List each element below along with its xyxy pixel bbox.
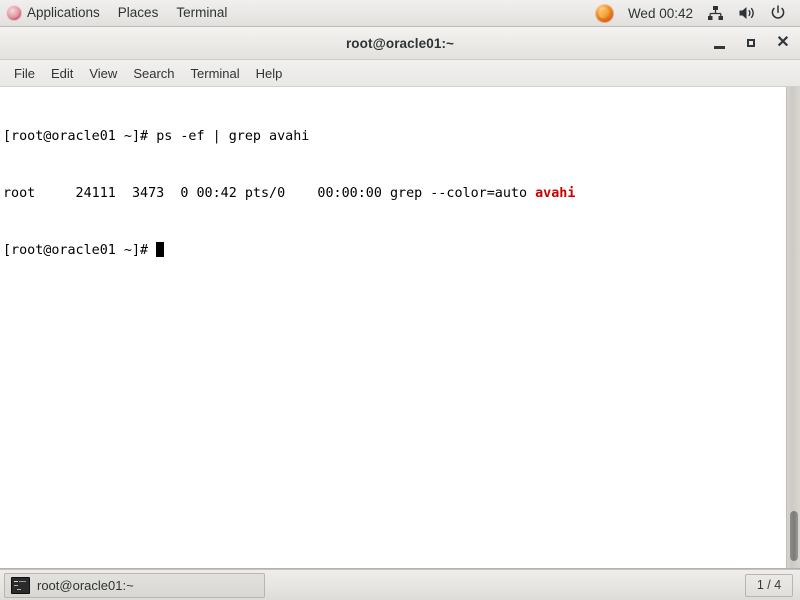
fedora-icon (6, 5, 22, 21)
volume-applet[interactable] (731, 3, 763, 23)
window-title: root@oracle01:~ (345, 35, 455, 51)
menu-help-label: Help (255, 65, 283, 81)
terminal-menu[interactable]: Terminal (167, 1, 236, 25)
menubar: File Edit View Search Terminal Help (0, 60, 800, 87)
taskbar-item-label: root@oracle01:~ (37, 577, 134, 593)
taskbar-item-terminal[interactable]: root@oracle01:~ (4, 572, 265, 598)
power-icon (771, 5, 785, 19)
terminal-line-1: [root@oracle01 ~]# ps -ef | grep avahi (3, 127, 786, 146)
terminal-line-2: root 24111 3473 0 00:42 pts/0 00:00:00 g… (3, 184, 786, 203)
menu-edit[interactable]: Edit (43, 62, 81, 85)
window-controls: ✕ (710, 27, 792, 59)
terminal-scrollbar[interactable] (786, 87, 800, 568)
minimize-icon (713, 45, 725, 49)
volume-icon (739, 7, 754, 19)
menu-file-label: File (14, 65, 35, 81)
window-titlebar[interactable]: root@oracle01:~ ✕ (0, 27, 800, 60)
menu-view[interactable]: View (81, 62, 125, 85)
power-applet[interactable] (763, 3, 793, 23)
terminal-command-1: ps -ef | grep avahi (156, 129, 310, 144)
menu-help[interactable]: Help (248, 62, 291, 85)
terminal-prompt-2: [root@oracle01 ~]# (3, 243, 157, 258)
workspace-switcher[interactable]: 1 / 4 (745, 573, 793, 597)
clock-label: Wed 00:42 (627, 5, 693, 21)
workspace-label: 1 / 4 (756, 578, 782, 592)
places-menu-label: Places (117, 5, 159, 20)
terminal-prompt-1: [root@oracle01 ~]# (3, 129, 157, 144)
terminal-body: [root@oracle01 ~]# ps -ef | grep avahi r… (0, 87, 800, 568)
close-icon: ✕ (776, 34, 790, 51)
network-icon (708, 6, 723, 20)
terminal-menu-label: Terminal (176, 5, 228, 20)
terminal-cursor (156, 242, 165, 257)
applications-menu[interactable]: Applications (0, 1, 109, 25)
menu-edit-label: Edit (50, 65, 74, 81)
menu-terminal-label: Terminal (190, 65, 240, 81)
close-button[interactable]: ✕ (774, 34, 792, 52)
menu-terminal[interactable]: Terminal (183, 62, 248, 85)
clock-applet[interactable]: Wed 00:42 (621, 4, 700, 23)
menu-file[interactable]: File (6, 62, 43, 85)
menu-search-label: Search (133, 65, 175, 81)
terminal-output[interactable]: [root@oracle01 ~]# ps -ef | grep avahi r… (0, 87, 786, 568)
terminal-result-text: root 24111 3473 0 00:42 pts/0 00:00:00 g… (3, 186, 536, 201)
bottom-panel: root@oracle01:~ 1 / 4 (0, 569, 800, 600)
terminal-match-highlight: avahi (535, 186, 576, 201)
desktop-screen: Applications Places Terminal Wed 00:42 r… (0, 0, 800, 600)
maximize-icon (747, 39, 755, 47)
network-applet[interactable] (700, 3, 731, 23)
terminal-icon (11, 576, 30, 594)
places-menu[interactable]: Places (109, 1, 168, 25)
menu-search[interactable]: Search (125, 62, 182, 85)
terminal-window: root@oracle01:~ ✕ File Edit View Search … (0, 27, 800, 569)
firefox-launcher[interactable] (588, 2, 621, 25)
minimize-button[interactable] (710, 34, 728, 52)
panel-tray: Wed 00:42 (588, 2, 800, 25)
applications-menu-label: Applications (27, 5, 100, 20)
maximize-button[interactable] (742, 34, 760, 52)
terminal-line-3: [root@oracle01 ~]# (3, 241, 786, 260)
top-panel: Applications Places Terminal Wed 00:42 (0, 0, 800, 27)
firefox-icon (594, 3, 614, 23)
menu-view-label: View (89, 65, 118, 81)
scrollbar-thumb[interactable] (790, 511, 798, 561)
